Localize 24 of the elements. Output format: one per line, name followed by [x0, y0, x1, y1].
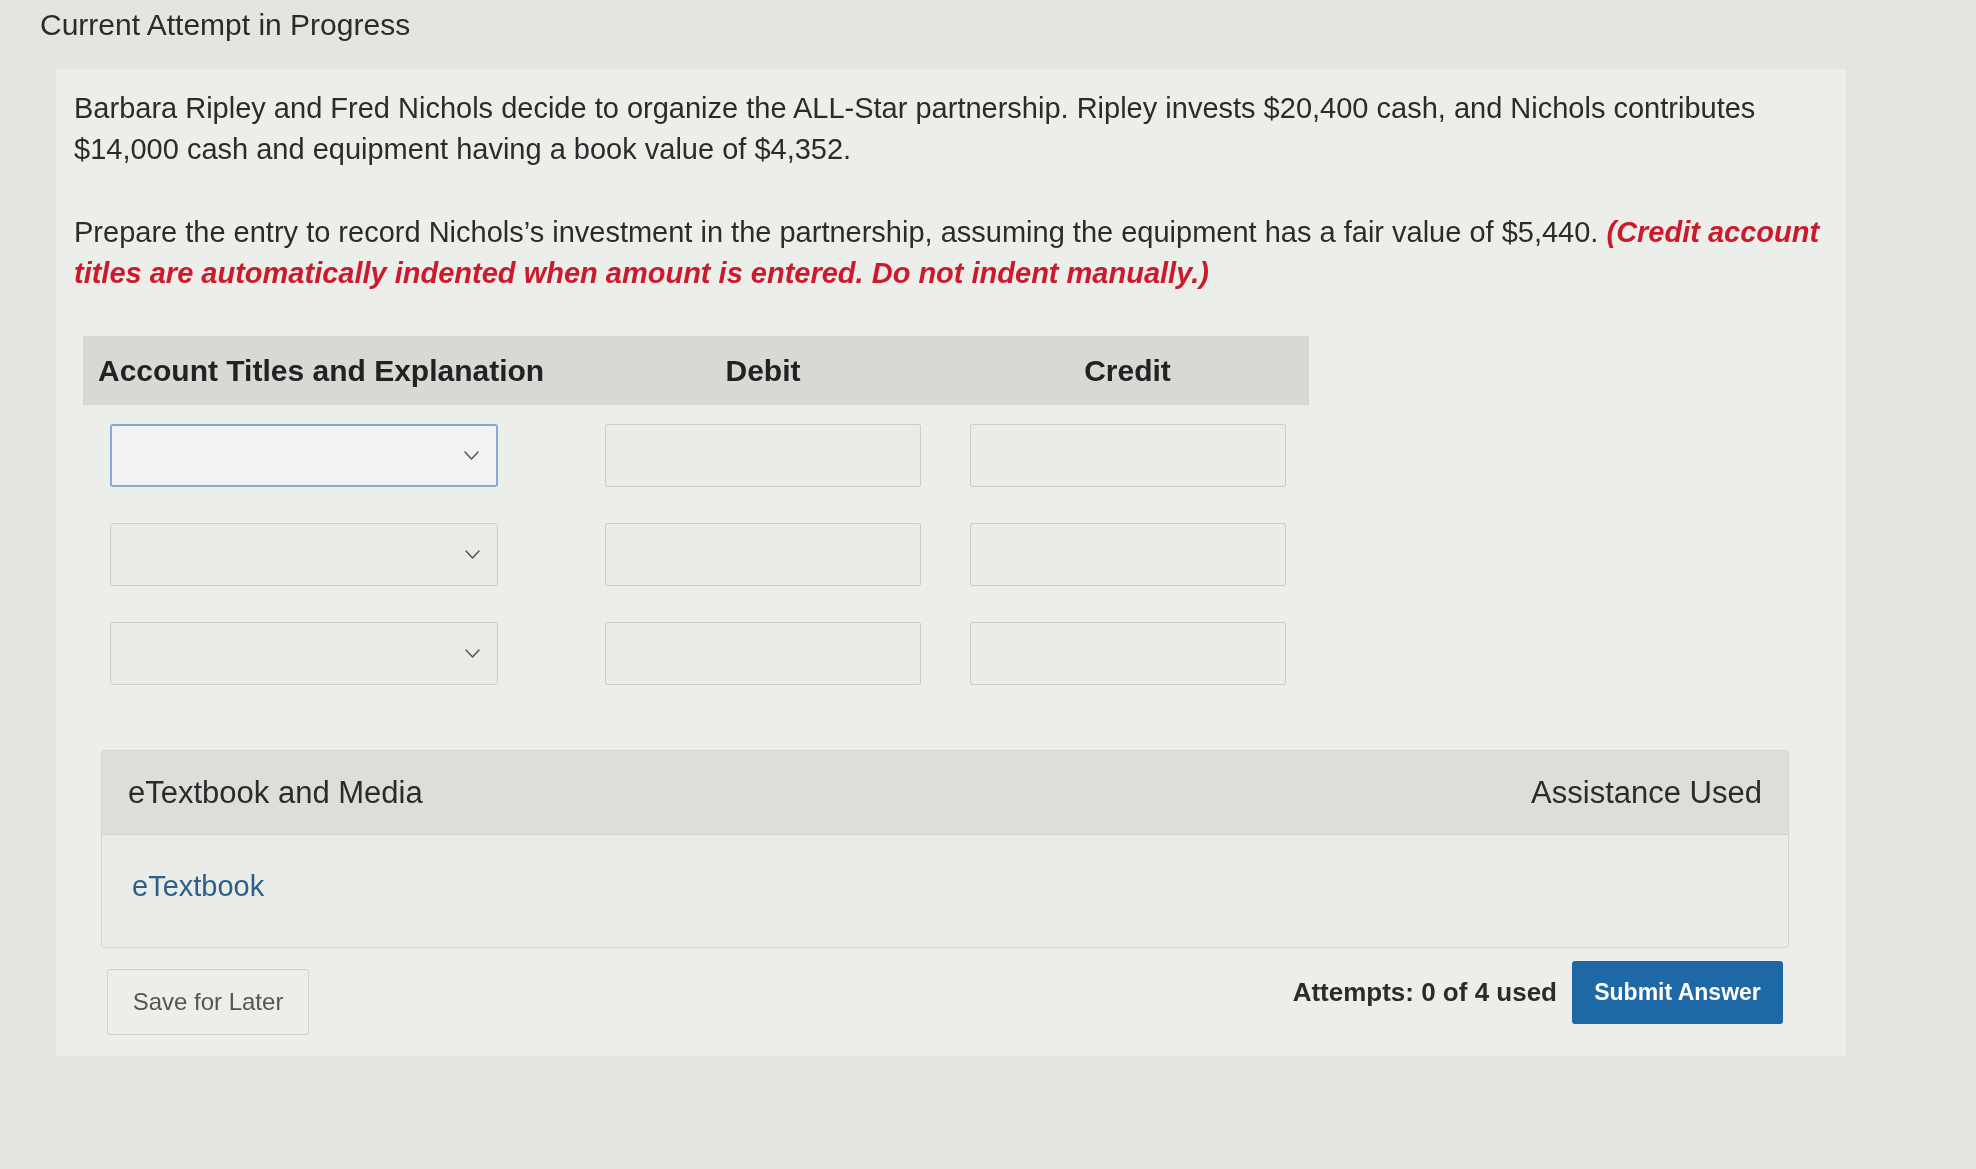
account-select[interactable]	[110, 523, 498, 586]
credit-input[interactable]	[969, 424, 1286, 487]
debit-input[interactable]	[605, 523, 921, 586]
etextbook-link[interactable]: eTextbook	[132, 870, 265, 902]
account-select[interactable]	[110, 424, 498, 487]
attempts-count: Attempts: 0 of 4 used	[1292, 977, 1557, 1007]
column-header: Credit	[1084, 353, 1171, 388]
chevron-down-icon	[464, 451, 479, 460]
credit-input[interactable]	[969, 622, 1286, 685]
question-paragraph: Prepare the entry to record Nichols’s investment in the partnership, assuming the equipment has a fair value of $5,440. (Credit account titles are automatically indented when amount is entered. Do not indent manually.)	[74, 215, 1821, 291]
question-paragraph: Barbara Ripley and Fred Nichols decide to organize the ALL-Star partnership. Ripley invests $20,400 cash, and Nichols contributes $14,000 cash and equipment having a book value of $4,352.	[74, 91, 1757, 167]
column-header: Account Titles and Explanation	[98, 353, 545, 388]
debit-input[interactable]	[605, 424, 921, 487]
chevron-down-icon	[465, 550, 480, 559]
account-select[interactable]	[110, 622, 498, 685]
chevron-down-icon	[465, 649, 480, 658]
submit-answer-button[interactable]: Submit Answer	[1572, 961, 1783, 1024]
save-for-later-button[interactable]: Save for Later	[107, 969, 309, 1035]
section-heading: Current Attempt in Progress	[40, 7, 411, 43]
panel-title: eTextbook and Media	[128, 773, 423, 812]
debit-input[interactable]	[605, 622, 921, 685]
column-header: Debit	[725, 353, 801, 388]
assistance-status: Assistance Used	[1531, 773, 1762, 812]
credit-input[interactable]	[969, 523, 1286, 586]
